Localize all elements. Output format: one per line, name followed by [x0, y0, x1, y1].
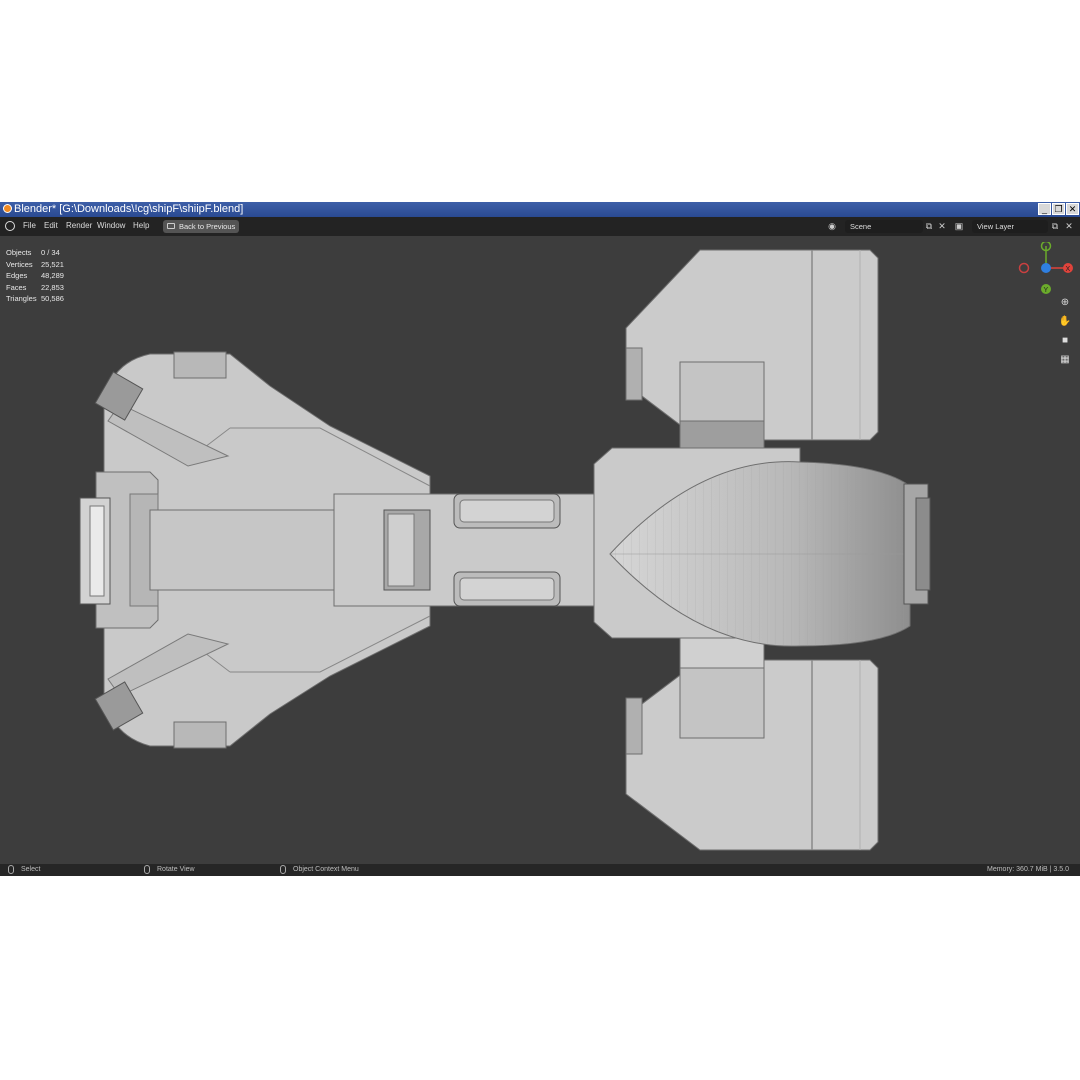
status-bar: Select Rotate View Object Context Menu M… [0, 864, 1080, 876]
gizmo-x-label: X [1066, 266, 1071, 273]
top-menu-bar: File Edit Render Window Help Back to Pre… [0, 217, 1080, 236]
new-view-layer-icon[interactable]: ⧉ [1050, 221, 1060, 231]
upper-pod [625, 249, 879, 471]
menu-edit[interactable]: Edit [44, 221, 58, 230]
menu-window[interactable]: Window [97, 221, 125, 230]
window-title: Blender* [G:\Downloads\!cg\shipF\shiipF.… [14, 203, 244, 215]
back-icon [167, 223, 175, 229]
gizmo-neg-x-icon[interactable] [1018, 262, 1030, 274]
minimize-button[interactable]: _ [1038, 203, 1051, 215]
restore-button[interactable]: ❐ [1052, 203, 1065, 215]
view-layer-selector[interactable]: View Layer [972, 220, 1048, 233]
ortho-grid-icon[interactable]: ▦ [1058, 353, 1072, 367]
gizmo-y-label: Y [1044, 287, 1049, 294]
menu-file[interactable]: File [23, 221, 36, 230]
navigation-gizmo[interactable]: X Y [1016, 242, 1080, 302]
3d-viewport[interactable]: Objects 0 / 34 Vertices 25,521 Edges 48,289… [0, 236, 1080, 864]
zoom-view-icon[interactable]: ⊕ [1058, 296, 1072, 310]
middle-mouse-icon [144, 865, 150, 874]
blender-logo-icon [3, 204, 12, 213]
view-layer-type-icon[interactable]: ▣ [954, 221, 964, 231]
left-mouse-icon [8, 865, 14, 874]
blender-window: Blender* [G:\Downloads\!cg\shipF\shiipF.… [0, 202, 1080, 876]
scene-type-icon[interactable]: ◉ [827, 221, 837, 231]
engine-body [593, 447, 931, 647]
remove-scene-icon[interactable]: ✕ [937, 221, 947, 231]
new-scene-icon[interactable]: ⧉ [924, 221, 934, 231]
close-button[interactable]: ✕ [1066, 203, 1079, 215]
back-to-previous-button[interactable]: Back to Previous [163, 220, 239, 233]
menu-render[interactable]: Render [66, 221, 92, 230]
status-memory: Memory: 360.7 MiB | 3.5.0 [987, 866, 1069, 873]
status-rotate-view: Rotate View [157, 866, 195, 873]
blender-menu-icon[interactable] [5, 221, 15, 231]
status-context-menu: Object Context Menu [293, 866, 359, 873]
spaceship-model [79, 249, 931, 851]
hull-spine [149, 493, 595, 607]
pan-view-icon[interactable]: ✋ [1058, 315, 1072, 329]
camera-view-icon[interactable]: ■ [1058, 334, 1072, 348]
lower-pod [625, 629, 879, 851]
rear-thruster [79, 471, 159, 629]
gizmo-z-axis-icon[interactable] [1041, 263, 1051, 273]
status-select: Select [21, 866, 41, 873]
remove-view-layer-icon[interactable]: ✕ [1064, 221, 1074, 231]
title-bar: Blender* [G:\Downloads\!cg\shipF\shiipF.… [0, 202, 1080, 217]
right-mouse-icon [280, 865, 286, 874]
scene-selector[interactable]: Scene [845, 220, 923, 233]
menu-help[interactable]: Help [133, 221, 149, 230]
